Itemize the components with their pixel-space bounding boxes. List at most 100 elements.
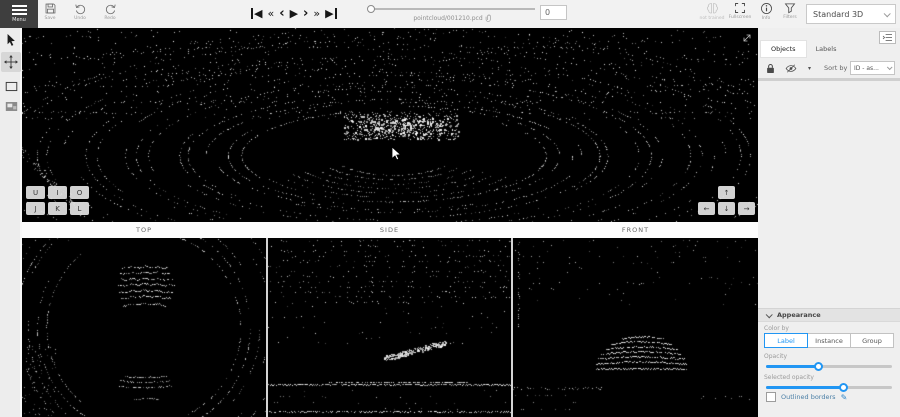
- undo-button[interactable]: Undo: [66, 2, 94, 27]
- image-icon: [5, 101, 18, 112]
- tab-labels[interactable]: Labels: [806, 41, 847, 57]
- key-i[interactable]: I: [48, 186, 67, 199]
- opacity-slider-knob[interactable]: [814, 362, 823, 371]
- lock-icon[interactable]: [766, 63, 775, 74]
- play-button[interactable]: ▶: [290, 8, 298, 19]
- panel-tabs: Objects Labels: [761, 41, 846, 57]
- move-icon: [4, 55, 18, 69]
- frame-slider[interactable]: [371, 8, 535, 10]
- toolbar: Menu Save Undo Redo ◀ « ‹ ▶ › » ▶ pointc…: [0, 0, 900, 28]
- undo-icon: [74, 2, 87, 15]
- front-view[interactable]: [513, 238, 758, 417]
- key-arrow-left[interactable]: ←: [698, 202, 715, 215]
- redo-icon: [104, 2, 117, 15]
- next-frame-button[interactable]: ›: [303, 7, 308, 20]
- appearance-section-header[interactable]: Appearance: [758, 308, 900, 322]
- main-3d-view[interactable]: U I O J K L ↑ ← ↓ →: [22, 28, 758, 222]
- undo-label: Undo: [74, 16, 86, 21]
- list-icon: [882, 33, 893, 42]
- key-arrow-right[interactable]: →: [738, 202, 755, 215]
- expand-view-icon[interactable]: [741, 32, 753, 44]
- right-panel: Objects Labels ▾ Sort by ID - as... Appe…: [758, 28, 900, 417]
- fullscreen-icon: [734, 2, 746, 14]
- menu-button[interactable]: Menu: [0, 0, 38, 28]
- ml-status-label: not trained: [700, 16, 725, 21]
- color-mode-label-button[interactable]: Label: [764, 333, 808, 348]
- fast-forward-button[interactable]: »: [313, 8, 320, 19]
- pointcloud-canvas-front[interactable]: [513, 238, 758, 417]
- ortho-views: [22, 238, 758, 417]
- view-mode-value: Standard 3D: [813, 10, 863, 19]
- color-mode-group-button[interactable]: Group: [850, 333, 894, 348]
- brain-icon: [705, 2, 720, 15]
- ml-status-button[interactable]: not trained: [698, 2, 726, 27]
- save-button[interactable]: Save: [36, 2, 64, 27]
- menu-label: Menu: [12, 17, 26, 23]
- tab-objects[interactable]: Objects: [761, 41, 806, 57]
- pointcloud-canvas-top[interactable]: [22, 238, 266, 417]
- frame-number-input[interactable]: [540, 5, 567, 20]
- view-mode-select[interactable]: Standard 3D: [806, 4, 896, 24]
- sort-order-value: ID - as...: [854, 65, 879, 72]
- chevron-down-icon: [884, 10, 891, 17]
- fullscreen-button[interactable]: Fullscreen: [726, 2, 754, 27]
- image-view-tool-button[interactable]: [1, 96, 21, 116]
- opacity-label: Opacity: [764, 353, 787, 360]
- key-arrow-down[interactable]: ↓: [718, 202, 735, 215]
- panel-collapse-button[interactable]: [879, 31, 896, 44]
- frame-slider-handle[interactable]: [367, 5, 375, 13]
- opacity-slider-fill: [766, 365, 819, 368]
- top-view[interactable]: [22, 238, 266, 417]
- color-mode-group: Label Instance Group: [764, 333, 894, 348]
- chevron-down-icon: [766, 311, 773, 318]
- side-view[interactable]: [268, 238, 511, 417]
- skip-end-button[interactable]: ▶: [325, 8, 336, 19]
- object-list-controls: ▾ Sort by ID - as...: [758, 60, 900, 77]
- selected-opacity-slider-knob[interactable]: [839, 383, 848, 392]
- skip-start-button[interactable]: ◀: [251, 8, 262, 19]
- key-k[interactable]: K: [48, 202, 67, 215]
- arrow-keypad: ↑ ← ↓ →: [698, 186, 755, 215]
- redo-label: Redo: [104, 16, 115, 21]
- key-arrow-up[interactable]: ↑: [718, 186, 735, 199]
- redo-button[interactable]: Redo: [96, 2, 124, 27]
- key-j[interactable]: J: [26, 202, 45, 215]
- select-tool-button[interactable]: [1, 30, 21, 50]
- sort-order-select[interactable]: ID - as...: [850, 61, 895, 75]
- attachment-icon[interactable]: [485, 14, 493, 22]
- edit-pen-icon[interactable]: ✎: [841, 393, 848, 402]
- opacity-slider[interactable]: [766, 365, 892, 368]
- side-view-label: SIDE: [268, 226, 511, 234]
- color-by-label: Color by: [764, 325, 789, 332]
- move-tool-button[interactable]: [1, 52, 21, 72]
- selected-opacity-label: Selected opacity: [764, 374, 814, 381]
- spacer: [698, 186, 715, 199]
- key-o[interactable]: O: [70, 186, 89, 199]
- pointcloud-canvas-side[interactable]: [268, 238, 511, 417]
- rect-tool-button[interactable]: [1, 76, 21, 96]
- save-label: Save: [44, 16, 55, 21]
- filters-label: Filters: [783, 15, 797, 20]
- selected-opacity-slider[interactable]: [766, 386, 892, 389]
- outlined-borders-checkbox[interactable]: [766, 392, 776, 402]
- visibility-off-icon[interactable]: [785, 63, 797, 74]
- rectangle-icon: [5, 81, 18, 92]
- filters-button[interactable]: Filters: [776, 2, 804, 27]
- info-label: Info: [762, 16, 771, 21]
- top-view-label: TOP: [22, 226, 266, 234]
- outlined-borders-row: Outlined borders ✎: [766, 392, 847, 402]
- selected-opacity-slider-fill: [766, 386, 844, 389]
- pointcloud-canvas-3d[interactable]: [22, 28, 758, 222]
- key-u[interactable]: U: [26, 186, 45, 199]
- annotation-app: Menu Save Undo Redo ◀ « ‹ ▶ › » ▶ pointc…: [0, 0, 900, 417]
- fast-backward-button[interactable]: «: [267, 8, 274, 19]
- appearance-title: Appearance: [777, 311, 821, 319]
- batch-menu-caret-icon[interactable]: ▾: [808, 65, 811, 72]
- key-l[interactable]: L: [70, 202, 89, 215]
- hamburger-icon: [12, 5, 27, 15]
- previous-frame-button[interactable]: ‹: [279, 7, 284, 20]
- pointer-icon: [5, 33, 17, 47]
- color-mode-instance-button[interactable]: Instance: [807, 333, 851, 348]
- spacer: [738, 186, 755, 199]
- ortho-view-labels: TOP SIDE FRONT: [22, 222, 758, 238]
